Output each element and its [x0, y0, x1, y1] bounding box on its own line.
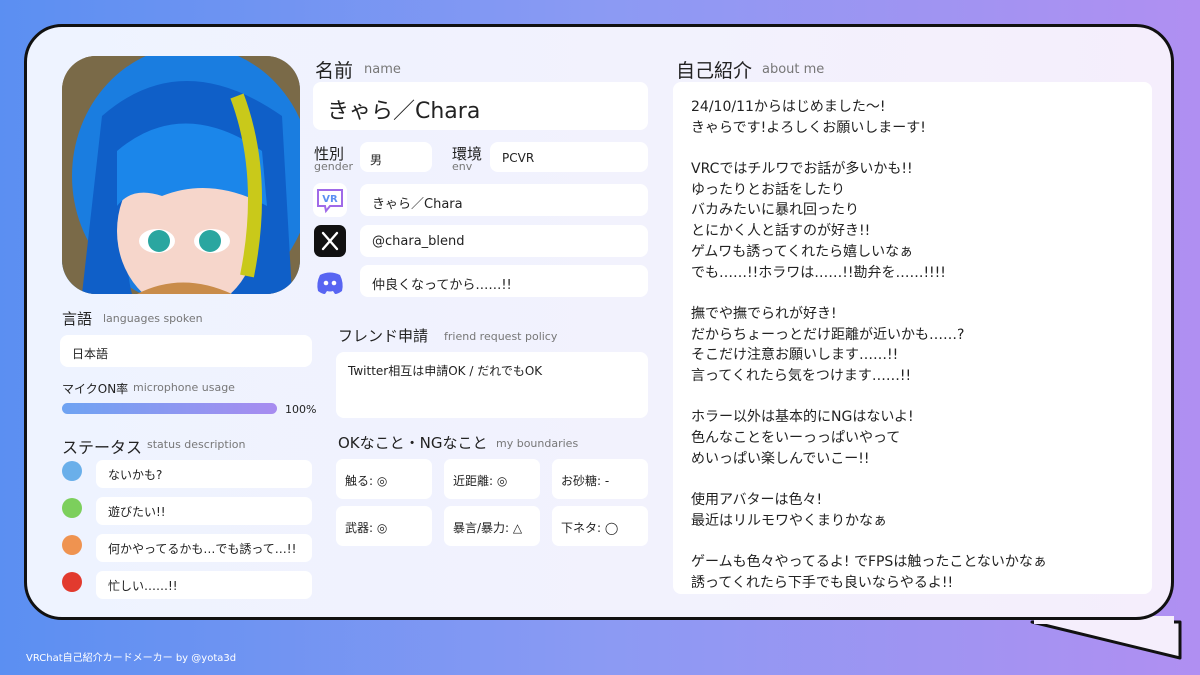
about-line [691, 282, 1047, 303]
about-line: 言ってくれたら気をつけます……!! [691, 367, 912, 384]
status-dot-red [62, 572, 82, 592]
status-item: 忙しい……!! [96, 571, 312, 599]
env-field: PCVR [490, 142, 648, 172]
mic-progress-fill [62, 403, 277, 414]
discord-icon [313, 265, 347, 299]
status-label-en: status description [147, 438, 246, 451]
about-line [691, 137, 1047, 158]
name-value: きゃら／Chara [327, 99, 481, 124]
about-line: そこだけ注意お願いします……!! [691, 347, 899, 364]
about-line: ゲムワも誘ってくれたら嬉しいなぁ [691, 243, 914, 260]
vrchat-icon: VR [313, 183, 347, 217]
about-line: ゲームも色々やってるよ! でFPSは触ったことないかなぁ [691, 554, 1047, 571]
status-text: 何かやってるかも…でも誘って…!! [108, 542, 297, 556]
name-field: きゃら／Chara [313, 82, 648, 130]
status-item: 遊びたい!! [96, 497, 312, 525]
about-line: 撫でや撫でられが好き! [691, 305, 837, 322]
languages-field: 日本語 [60, 335, 312, 367]
boundary-cell: お砂糖: - [552, 459, 648, 499]
boundary-text: 近距離: ◎ [453, 474, 508, 488]
discord-account-field: 仲良くなってから……!! [360, 265, 648, 297]
vrchat-account-value: きゃら／Chara [372, 197, 463, 212]
boundary-text: 暴言/暴力: △ [453, 521, 523, 535]
boundary-cell: 武器: ◎ [336, 506, 432, 546]
friend-value: Twitter相互は申請OK / だれでもOK [348, 364, 543, 378]
friend-label-en: friend request policy [444, 330, 558, 343]
gender-value: 男 [370, 153, 383, 167]
about-line: 24/10/11からはじめました〜! [691, 99, 886, 115]
boundaries-label: OKなこと・NGなこと [338, 434, 488, 452]
status-dot-orange [62, 535, 82, 555]
discord-account-value: 仲良くなってから……!! [372, 278, 512, 293]
about-line: きゃらです!よろしくお願いしまーす! [691, 119, 926, 136]
name-label: 名前 [315, 60, 354, 82]
about-line: 色んなことをいーっっぱいやって [691, 430, 901, 446]
status-label: ステータス [62, 438, 143, 457]
about-line: とにかく人と話すのが好き!! [691, 223, 871, 240]
boundary-cell: 下ネタ: ◯ [552, 506, 648, 546]
boundary-text: 下ネタ: ◯ [561, 521, 619, 535]
about-line: ホラー以外は基本的にNGはないよ! [691, 409, 914, 426]
languages-label-en: languages spoken [103, 312, 203, 325]
mic-progress-track [62, 403, 277, 414]
boundary-text: 触る: ◎ [345, 474, 388, 488]
mic-label-en: microphone usage [133, 381, 235, 394]
about-line: バカみたいに暴れ回ったり [691, 202, 859, 219]
boundary-text: お砂糖: - [561, 474, 610, 488]
status-dot-blue [62, 461, 82, 481]
about-line: 使用アバターは色々! [691, 492, 823, 509]
boundary-text: 武器: ◎ [345, 521, 388, 535]
footer-credit: VRChat自己紹介カードメーカー by @yota3d [26, 653, 237, 664]
boundary-cell: 触る: ◎ [336, 459, 432, 499]
boundary-cell: 近距離: ◎ [444, 459, 540, 499]
about-line: ゆったりとお話をしたり [691, 181, 845, 198]
vrchat-account-field: きゃら／Chara [360, 184, 648, 216]
languages-label: 言語 [62, 310, 93, 328]
about-line [691, 530, 1047, 551]
status-item: ないかも? [96, 460, 312, 488]
env-value: PCVR [502, 151, 535, 165]
status-text: 遊びたい!! [108, 505, 166, 519]
about-line: でも……!!ホラワは……!!勘弁を……!!!! [691, 264, 946, 281]
friend-label: フレンド申請 [338, 327, 429, 345]
about-field: 24/10/11からはじめました〜! きゃらです!よろしくお願いしまーす! VRCで… [673, 82, 1152, 594]
about-line [691, 468, 1047, 489]
about-line: 最近はリルモワやくまりかなぁ [691, 512, 887, 529]
avatar-image [62, 56, 300, 294]
languages-value: 日本語 [72, 347, 109, 361]
x-account-field: @chara_blend [360, 225, 648, 257]
mic-label: マイクON率 [62, 382, 129, 396]
boundary-cell: 暴言/暴力: △ [444, 506, 540, 546]
x-account-value: @chara_blend [372, 234, 465, 249]
gender-label-en: gender [314, 160, 353, 173]
status-text: ないかも? [108, 468, 163, 482]
name-label-en: name [364, 62, 401, 77]
x-icon [314, 225, 346, 257]
about-line: 誘ってくれたら下手でも良いならやるよ!! [691, 574, 954, 591]
friend-field: Twitter相互は申請OK / だれでもOK [336, 352, 648, 418]
about-label-en: about me [762, 62, 825, 77]
about-line: だからちょーっとだけ距離が近いかも……? [691, 326, 965, 343]
status-dot-green [62, 498, 82, 518]
about-text: 24/10/11からはじめました〜! きゃらです!よろしくお願いしまーす! VRCで… [691, 96, 1047, 593]
env-label-en: env [452, 160, 473, 173]
about-line [691, 386, 1047, 407]
about-line: VRCではチルワでお話が多いかも!! [691, 161, 913, 178]
mic-percent: 100% [285, 403, 317, 416]
status-text: 忙しい……!! [108, 579, 178, 593]
about-label: 自己紹介 [676, 60, 753, 82]
boundaries-label-en: my boundaries [496, 437, 579, 450]
about-line: めいっぱい楽しんでいこー!! [691, 450, 870, 467]
svg-text:VR: VR [322, 194, 338, 205]
gender-field: 男 [360, 142, 432, 172]
status-item: 何かやってるかも…でも誘って…!! [96, 534, 312, 562]
